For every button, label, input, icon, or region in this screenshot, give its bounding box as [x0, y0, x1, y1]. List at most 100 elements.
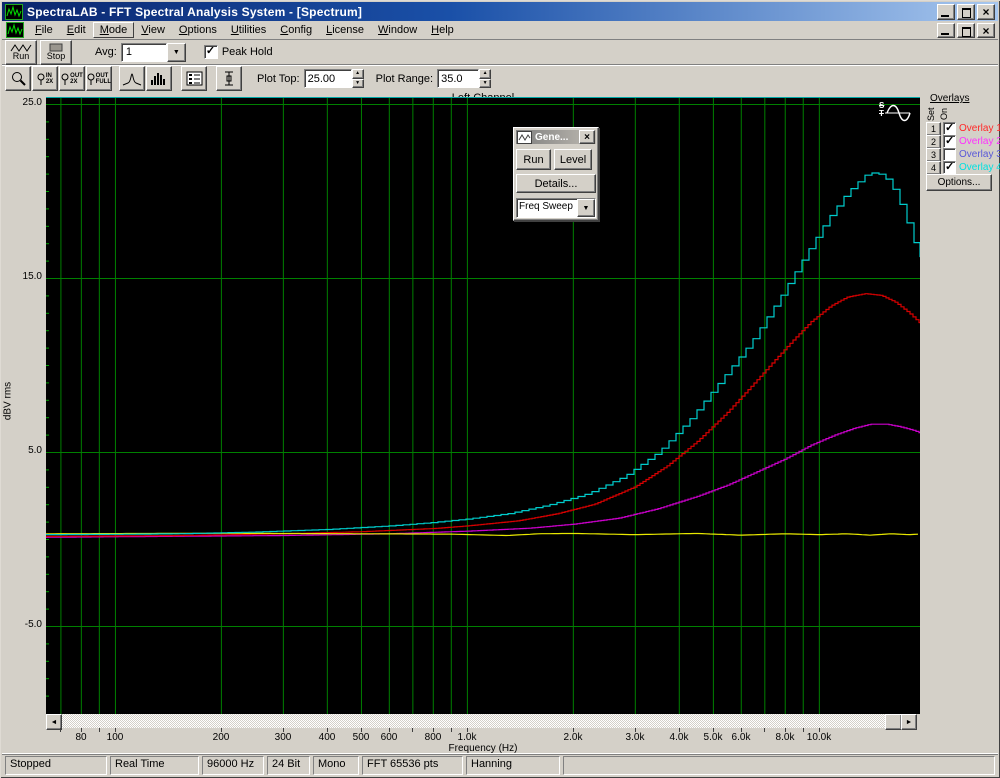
- peak-hold-control[interactable]: ✓ Peak Hold: [203, 45, 277, 59]
- check-icon: ✓: [945, 161, 955, 173]
- overlay-set-button-4[interactable]: 4: [926, 160, 941, 175]
- magnifier-icon: [87, 73, 95, 85]
- x-tick-label: 100: [106, 732, 124, 743]
- status-panel: Mono: [313, 755, 359, 775]
- spin-down-icon[interactable]: ▼: [351, 78, 364, 88]
- status-panel: 24 Bit: [267, 755, 310, 775]
- x-tick-label: 400: [318, 732, 336, 743]
- toolbar-transport: Run Stop Avg: 1 ▼ ✓ Peak Hold: [2, 39, 998, 65]
- mdi-minimize-button[interactable]: [937, 23, 955, 38]
- x-tick-label: 4.0k: [669, 732, 689, 743]
- plot-hscrollbar[interactable]: ◄ ►: [46, 714, 917, 730]
- overlay-set-button-3[interactable]: 3: [926, 147, 941, 162]
- menu-item-help[interactable]: Help: [424, 22, 461, 38]
- overlay-on-checkbox-2[interactable]: ✓: [943, 135, 956, 148]
- menu-items: File Edit Mode View Options Utilities Config Li…: [28, 22, 461, 38]
- avg-label: Avg:: [95, 46, 117, 58]
- generator-close-button[interactable]: ×: [579, 130, 595, 144]
- status-panel: Stopped: [5, 755, 107, 775]
- document-icon[interactable]: [6, 22, 24, 38]
- spin-down-icon[interactable]: ▼: [479, 78, 492, 88]
- minimize-icon: [941, 15, 949, 17]
- x-tick-label: 6.0k: [731, 732, 751, 743]
- menu-item-license[interactable]: License: [319, 22, 371, 38]
- generator-title-bar[interactable]: Gene... ×: [516, 130, 596, 144]
- overlay-set-button-1[interactable]: 1: [926, 121, 941, 136]
- y-tick-label: 15.0: [22, 271, 42, 282]
- overlay-set-button-2[interactable]: 2: [926, 134, 941, 149]
- plot-range-label: Plot Range:: [375, 72, 434, 85]
- overlay-row: 3 Overlay 3: [926, 147, 1000, 162]
- marker-button[interactable]: [216, 66, 242, 91]
- y-tick-label: 25.0: [22, 97, 42, 108]
- spectrum-logo-icon: ST: [879, 102, 912, 124]
- peak-hold-checkbox[interactable]: ✓: [203, 45, 218, 59]
- series-overlay-4: [46, 172, 921, 536]
- status-panel-empty: [563, 755, 995, 775]
- generator-details-button[interactable]: Details...: [516, 174, 596, 193]
- plot-range-spinner[interactable]: ▲ ▼: [479, 69, 492, 88]
- plot-top-input[interactable]: [303, 69, 352, 88]
- overlays-set-column-label: Set: [926, 107, 936, 121]
- generator-icon: [517, 130, 532, 144]
- generator-signal-combobox[interactable]: Freq Sweep ▼: [516, 198, 596, 218]
- zoom-out-2x-button[interactable]: OUT 2X: [59, 66, 85, 91]
- generator-level-button[interactable]: Level: [554, 149, 592, 170]
- x-tick-label: 600: [380, 732, 398, 743]
- overlays-options-button[interactable]: Options...: [926, 174, 992, 191]
- spin-up-icon[interactable]: ▲: [351, 69, 364, 79]
- y-tick-label: -5.0: [24, 619, 42, 630]
- stop-button[interactable]: Stop: [40, 39, 72, 65]
- spin-up-icon[interactable]: ▲: [479, 69, 492, 79]
- generator-run-button[interactable]: Run: [516, 149, 551, 170]
- window-title: SpectraLAB - FFT Spectral Analysis Syste…: [27, 4, 363, 19]
- details-view-button[interactable]: [181, 66, 207, 91]
- overlay-label-2: Overlay 2: [959, 136, 1000, 147]
- restore-icon: [962, 8, 971, 18]
- check-icon: ✓: [945, 122, 955, 134]
- plot-range-input[interactable]: [437, 69, 480, 88]
- i-beam-icon: [224, 71, 233, 86]
- minimize-button[interactable]: [937, 4, 955, 20]
- menu-item-options[interactable]: Options: [172, 22, 224, 38]
- check-icon: ✓: [945, 135, 955, 147]
- magnifier-icon: [37, 73, 45, 85]
- generator-signal-value: Freq Sweep: [519, 201, 573, 212]
- x-tick-label: 10.0k: [806, 732, 832, 743]
- close-icon: ×: [584, 131, 590, 143]
- status-panel: FFT 65536 pts: [362, 755, 463, 775]
- menu-item-mode[interactable]: Mode: [92, 22, 135, 38]
- menu-item-file[interactable]: File: [28, 22, 60, 38]
- plot-top-spinner[interactable]: ▲ ▼: [351, 69, 364, 88]
- status-bar: Stopped Real Time 96000 Hz 24 Bit Mono FFT 65…: [2, 754, 998, 775]
- zoom-out-full-button[interactable]: OUT FULL: [86, 66, 112, 91]
- arrow-right-icon: ►: [905, 718, 913, 726]
- x-tick-label: 200: [212, 732, 230, 743]
- series-overlay-2: [46, 423, 921, 538]
- overlay-on-checkbox-4[interactable]: ✓: [943, 161, 956, 174]
- x-tick-label: 300: [274, 732, 292, 743]
- menu-item-edit[interactable]: Edit: [60, 22, 93, 38]
- menu-item-view[interactable]: View: [134, 22, 172, 38]
- mdi-close-button[interactable]: ×: [977, 23, 995, 38]
- restore-button[interactable]: [957, 4, 975, 20]
- avg-dropdown-button[interactable]: ▼: [166, 42, 186, 62]
- bar-spectrum-view-button[interactable]: [146, 66, 172, 91]
- generator-title: Gene...: [535, 131, 569, 143]
- mdi-restore-button[interactable]: [957, 23, 975, 38]
- status-panel: 96000 Hz: [202, 755, 264, 775]
- menu-item-window[interactable]: Window: [371, 22, 424, 38]
- generator-signal-dropdown[interactable]: ▼: [577, 199, 595, 217]
- overlay-row: 2 ✓ Overlay 2: [926, 134, 1000, 149]
- zoom-button[interactable]: [5, 66, 31, 91]
- run-button[interactable]: Run: [5, 39, 37, 65]
- peak-curve-view-button[interactable]: [119, 66, 145, 91]
- menu-item-config[interactable]: Config: [273, 22, 319, 38]
- avg-combobox[interactable]: 1 ▼: [120, 42, 186, 62]
- menu-item-utilities[interactable]: Utilities: [224, 22, 273, 38]
- close-icon: ×: [982, 5, 990, 19]
- spectrum-plot[interactable]: [46, 97, 921, 714]
- close-button[interactable]: ×: [977, 4, 995, 20]
- zoom-in-2x-button[interactable]: IN 2X: [32, 66, 58, 91]
- x-axis-title: Frequency (Hz): [448, 743, 518, 754]
